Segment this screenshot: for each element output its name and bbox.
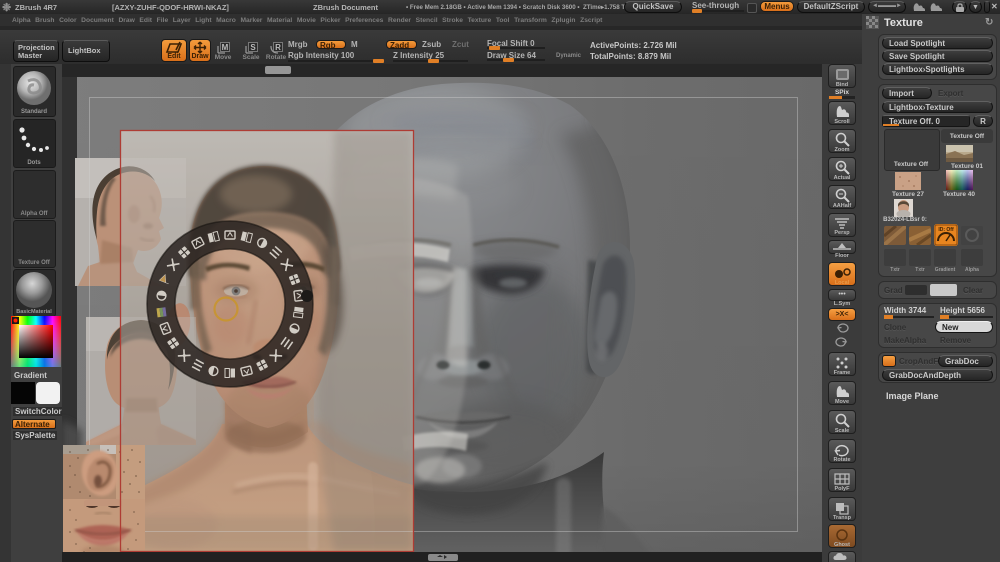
svg-text:S: S [250,43,256,52]
svg-text:BasicMaterial: BasicMaterial [16,309,52,315]
svg-text:R: R [275,43,281,52]
svg-text:Alpha Off: Alpha Off [21,211,49,217]
svg-text:Texture Off: Texture Off [18,260,51,266]
svg-text:M: M [221,43,228,52]
svg-text:Dots: Dots [27,160,41,166]
svg-text:Standard: Standard [21,109,47,115]
